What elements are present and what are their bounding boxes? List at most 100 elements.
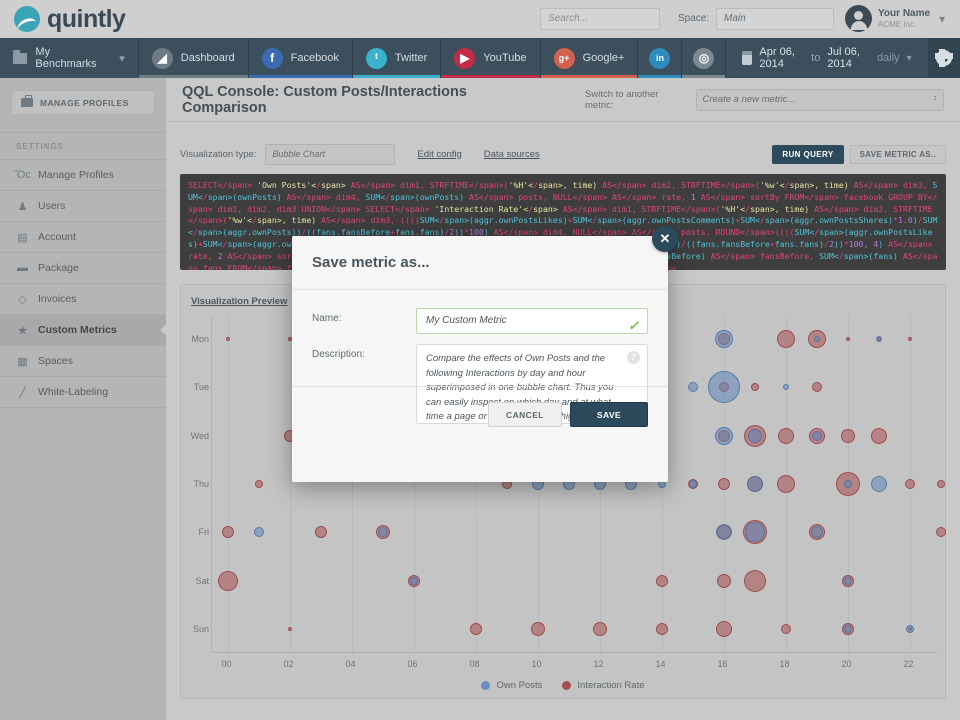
- save-metric-as-button[interactable]: SAVE METRIC AS..: [850, 145, 946, 164]
- name-input[interactable]: My Custom Metric ✓: [416, 308, 648, 334]
- chart-bubble[interactable]: [812, 431, 822, 441]
- y-axis-tick-label: Wed: [181, 431, 209, 441]
- chart-bubble[interactable]: [937, 480, 945, 488]
- sidebar-item-package[interactable]: ▬Package: [0, 253, 166, 284]
- chart-bubble[interactable]: [410, 577, 418, 585]
- chart-bubble[interactable]: [812, 382, 822, 392]
- chart-bubble[interactable]: [656, 623, 668, 635]
- sidebar-item-invoices[interactable]: ◇Invoices: [0, 284, 166, 315]
- chevron-down-icon[interactable]: ▾: [907, 53, 912, 64]
- sidebar-item-spaces[interactable]: ▦Spaces: [0, 346, 166, 377]
- sidebar-item-white-labeling[interactable]: ╱White-Labeling: [0, 377, 166, 408]
- save-button[interactable]: SAVE: [570, 402, 648, 427]
- chart-bubble[interactable]: [255, 480, 263, 488]
- chevron-down-icon[interactable]: ▾: [939, 12, 945, 26]
- chart-bubble[interactable]: [716, 621, 732, 637]
- sidebar-item-custom-metrics[interactable]: ★Custom Metrics: [0, 315, 166, 346]
- chart-bubble[interactable]: [689, 480, 697, 488]
- chart-bubble[interactable]: [844, 577, 852, 585]
- chart-bubble[interactable]: [936, 527, 946, 537]
- chart-bubble[interactable]: [717, 574, 731, 588]
- chart-bubble[interactable]: [218, 571, 238, 591]
- chart-bubble[interactable]: [751, 383, 759, 391]
- space-select[interactable]: Main: [716, 8, 834, 30]
- chart-bubble[interactable]: [715, 330, 733, 348]
- nav-my-benchmarks[interactable]: My Benchmarks ▾: [0, 38, 139, 78]
- nav-item-google-[interactable]: g+Google+: [541, 38, 639, 78]
- chart-bubble[interactable]: [745, 522, 765, 542]
- chart-bubble[interactable]: [531, 622, 545, 636]
- nav-item-dashboard[interactable]: ◢Dashboard: [139, 38, 249, 78]
- chart-bubble[interactable]: [777, 330, 795, 348]
- sidebar-section-settings: SETTINGS: [0, 132, 166, 160]
- chart-bubble[interactable]: [811, 526, 823, 538]
- close-icon[interactable]: ✕: [652, 226, 678, 252]
- sidebar-item-users[interactable]: ♟Users: [0, 191, 166, 222]
- chart-bubble[interactable]: [288, 627, 292, 631]
- chart-bubble[interactable]: [876, 336, 882, 342]
- chart-bubble[interactable]: [905, 479, 915, 489]
- avatar: [845, 5, 872, 32]
- metric-select[interactable]: Create a new metric... ↕: [696, 89, 945, 111]
- chart-bubble[interactable]: [593, 622, 607, 636]
- chart-bubble[interactable]: [908, 337, 912, 341]
- chart-bubble[interactable]: [288, 337, 292, 341]
- chart-bubble[interactable]: [226, 337, 230, 341]
- chart-bubble[interactable]: [315, 526, 327, 538]
- cancel-button[interactable]: CANCEL: [488, 402, 562, 427]
- x-axis-tick-label: 20: [841, 659, 851, 669]
- chart-bubble[interactable]: [841, 429, 855, 443]
- chart-bubble[interactable]: [906, 625, 914, 633]
- chart-bubble[interactable]: [777, 475, 795, 493]
- nav-item-facebook[interactable]: fFacebook: [249, 38, 353, 78]
- legend-label: Interaction Rate: [577, 680, 644, 691]
- sidebar-item-manage-profiles[interactable]: ὋcManage Profiles: [0, 160, 166, 191]
- chart-bubble[interactable]: [688, 382, 698, 392]
- date-range-picker[interactable]: Apr 06, 2014 to Jul 06, 2014 daily ▾: [726, 38, 927, 78]
- chart-bubble[interactable]: [656, 575, 668, 587]
- chart-bubble[interactable]: [748, 429, 762, 443]
- search-input[interactable]: Search...: [540, 8, 660, 30]
- chart-bubble[interactable]: [378, 527, 388, 537]
- legend-color-swatch: [562, 681, 571, 690]
- user-menu[interactable]: Your Name ACME Inc. ▾: [845, 5, 945, 32]
- chart-bubble[interactable]: [718, 478, 730, 490]
- chart-bubble[interactable]: [744, 570, 766, 592]
- tab-visualization-preview[interactable]: Visualization Preview: [191, 296, 287, 311]
- sidebar-item-account[interactable]: ▤Account: [0, 222, 166, 253]
- chart-bubble[interactable]: [747, 476, 763, 492]
- page-title: QQL Console: Custom Posts/Interactions C…: [182, 84, 541, 116]
- chart-bubble[interactable]: [708, 371, 740, 403]
- nav-item-twitter[interactable]: ᵗTwitter: [353, 38, 441, 78]
- chart-bubble[interactable]: [716, 524, 732, 540]
- brand-name: quintly: [47, 5, 125, 34]
- chart-bubble[interactable]: [871, 428, 887, 444]
- data-sources-link[interactable]: Data sources: [484, 149, 540, 160]
- x-axis-tick-label: 22: [903, 659, 913, 669]
- chart-bubble[interactable]: [844, 625, 852, 633]
- run-query-button[interactable]: RUN QUERY: [772, 145, 843, 164]
- edit-config-link[interactable]: Edit config: [417, 149, 461, 160]
- chart-bubble[interactable]: [254, 527, 264, 537]
- chart-bubble[interactable]: [222, 526, 234, 538]
- chart-bubble[interactable]: [783, 384, 789, 390]
- nav-item-youtube[interactable]: ▶YouTube: [441, 38, 540, 78]
- brush-icon: ╱: [16, 386, 29, 399]
- chart-bubble[interactable]: [871, 476, 887, 492]
- brand-logo[interactable]: quintly: [14, 5, 125, 34]
- nav-item-instagram[interactable]: ◎: [682, 38, 726, 78]
- manage-profiles-button[interactable]: MANAGE PROFILES: [11, 90, 155, 115]
- legend-color-swatch: [481, 681, 490, 690]
- help-icon[interactable]: ?: [627, 351, 640, 364]
- chart-bubble[interactable]: [814, 336, 820, 342]
- chart-bubble[interactable]: [781, 624, 791, 634]
- visualization-type-select[interactable]: Bubble Chart: [265, 144, 395, 165]
- settings-button[interactable]: [928, 38, 960, 78]
- nav-item-linkedin[interactable]: in: [638, 38, 682, 78]
- chart-bubble[interactable]: [846, 337, 850, 341]
- chart-bubble[interactable]: [470, 623, 482, 635]
- chart-bubble[interactable]: [844, 480, 852, 488]
- chevron-down-icon[interactable]: ▾: [119, 52, 125, 65]
- chart-bubble[interactable]: [715, 427, 733, 445]
- chart-bubble[interactable]: [778, 428, 794, 444]
